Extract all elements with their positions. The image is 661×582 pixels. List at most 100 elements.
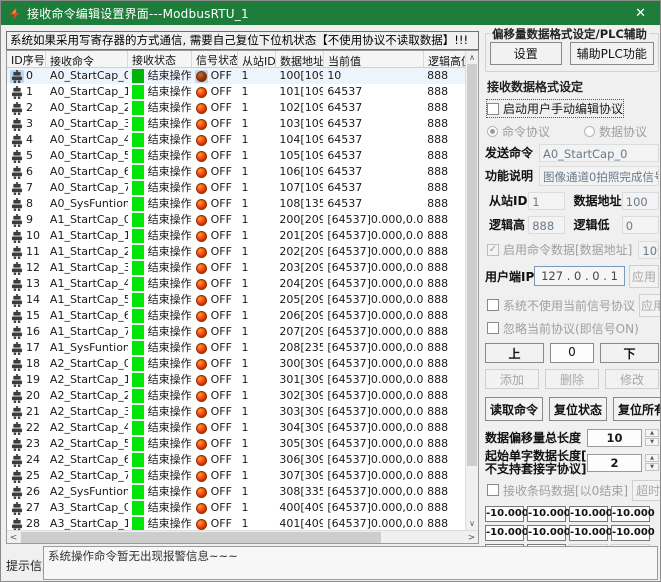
logic-high-field[interactable]: 888 xyxy=(528,216,565,234)
table-row[interactable]: 21 A2_StartCap_3 结束操作 OFF 1 303[309] [64… xyxy=(7,404,465,420)
offset-value-field[interactable]: -10.000 xyxy=(527,525,566,541)
slave-id-field[interactable]: 1 xyxy=(528,192,565,210)
table-row[interactable]: 2 A0_StartCap_2 结束操作 OFF 1 102[109] 6453… xyxy=(7,100,465,116)
vertical-scroll-thumb[interactable] xyxy=(467,64,477,466)
send-cmd-field[interactable]: A0_StartCap_0 xyxy=(539,144,659,162)
ignore-protocol-checkbox[interactable]: 忽略当前协议(即信号ON) xyxy=(503,320,639,337)
table-row[interactable]: 23 A2_StartCap_5 结束操作 OFF 1 305[309] [64… xyxy=(7,436,465,452)
vertical-scrollbar[interactable]: ∧ ∨ xyxy=(465,51,478,530)
move-up-button[interactable]: 上 xyxy=(485,343,544,363)
signal-led-icon xyxy=(196,87,207,98)
protocol-radio-cmd[interactable]: 命令协议 xyxy=(487,123,550,140)
scroll-down-icon[interactable]: ∨ xyxy=(466,517,478,530)
offset-value-field[interactable]: -10.000 xyxy=(611,525,650,541)
spin-down-icon[interactable]: ▼ xyxy=(645,463,659,471)
header-logic-high[interactable]: 逻辑高值 xyxy=(424,51,466,67)
set-button[interactable]: 设置 xyxy=(490,42,562,65)
table-row[interactable]: 27 A3_StartCap_0 结束操作 OFF 1 400[409] [64… xyxy=(7,500,465,516)
horizontal-scroll-thumb[interactable] xyxy=(21,532,381,543)
data-addr-field[interactable]: 100 xyxy=(622,192,659,210)
spin-up-icon[interactable]: ▲ xyxy=(645,429,659,437)
table-row[interactable]: 6 A0_StartCap_6 结束操作 OFF 1 106[109] 6453… xyxy=(7,164,465,180)
table-row[interactable]: 8 A0_SysFuntionCMD 结束操作 OFF 1 108[135] 6… xyxy=(7,196,465,212)
table-row[interactable]: 20 A2_StartCap_2 结束操作 OFF 1 302[309] [64… xyxy=(7,388,465,404)
ip-apply-button[interactable]: 应用 xyxy=(629,265,659,288)
func-desc-field[interactable]: 图像通道0拍照完成信号 xyxy=(539,166,659,186)
add-button[interactable]: 添加 xyxy=(485,369,539,389)
table-row[interactable]: 9 A1_StartCap_0 结束操作 OFF 1 200[209] [645… xyxy=(7,212,465,228)
manual-protocol-checkbox[interactable]: 启动用户手动编辑协议 xyxy=(487,100,623,117)
header-slave-id[interactable]: 从站ID xyxy=(238,51,276,67)
close-button[interactable]: ✕ xyxy=(627,6,654,21)
row-recv-status-text: 结束操作 xyxy=(148,484,192,500)
scroll-right-icon[interactable]: > xyxy=(465,531,478,544)
offset-value-field[interactable]: -10.000 xyxy=(527,506,566,522)
table-row[interactable]: 11 A1_StartCap_2 结束操作 OFF 1 202[209] [64… xyxy=(7,244,465,260)
logic-low-label: 逻辑低 xyxy=(573,216,621,233)
table-row[interactable]: 4 A0_StartCap_4 结束操作 OFF 1 104[109] 6453… xyxy=(7,132,465,148)
offset-value-field[interactable]: -10.000 xyxy=(569,506,608,522)
table-row[interactable]: 25 A2_StartCap_7 结束操作 OFF 1 307[309] [64… xyxy=(7,468,465,484)
table-row[interactable]: 15 A1_StartCap_6 结束操作 OFF 1 206[209] [64… xyxy=(7,308,465,324)
plc-assist-button[interactable]: 辅助PLC功能 xyxy=(570,42,654,65)
offset-value-field[interactable]: -10.000 xyxy=(485,525,524,541)
move-down-button[interactable]: 下 xyxy=(600,343,659,363)
read-cmd-button[interactable]: 读取命令 xyxy=(485,397,543,421)
table-row[interactable]: 1 A0_StartCap_1 结束操作 OFF 1 101[109] 6453… xyxy=(7,84,465,100)
row-index-field[interactable]: 0 xyxy=(550,343,594,363)
table-row[interactable]: 7 A0_StartCap_7 结束操作 OFF 1 107[109] 6453… xyxy=(7,180,465,196)
reset-all-button[interactable]: 复位所有 xyxy=(613,397,661,421)
table-row[interactable]: 18 A2_StartCap_0 结束操作 OFF 1 300[309] [64… xyxy=(7,356,465,372)
row-slave-id-text: 1 xyxy=(238,516,276,530)
scroll-left-icon[interactable]: < xyxy=(7,531,20,544)
protocol-radio-data[interactable]: 数据协议 xyxy=(584,123,647,140)
table-row[interactable]: 16 A1_StartCap_7 结束操作 OFF 1 207[209] [64… xyxy=(7,324,465,340)
table-row[interactable]: 3 A0_StartCap_3 结束操作 OFF 1 103[109] 6453… xyxy=(7,116,465,132)
table-row[interactable]: 26 A2_SysFuntionCMD 结束操作 OFF 1 308[335] … xyxy=(7,484,465,500)
offset-value-field[interactable]: -10.000 xyxy=(485,506,524,522)
status-message-box: 系统操作命令暂无出现报警信息~~~ xyxy=(43,546,658,580)
header-data-addr[interactable]: 数据地址 xyxy=(276,51,324,67)
header-command[interactable]: 接收命令 xyxy=(46,51,128,67)
offset-value-field[interactable]: -10.000 xyxy=(569,525,608,541)
row-signal-cell: OFF xyxy=(192,84,238,100)
table-row[interactable]: 24 A2_StartCap_6 结束操作 OFF 1 306[309] [64… xyxy=(7,452,465,468)
table-row[interactable]: 5 A0_StartCap_5 结束操作 OFF 1 105[109] 6453… xyxy=(7,148,465,164)
table-row[interactable]: 10 A1_StartCap_1 结束操作 OFF 1 201[209] [64… xyxy=(7,228,465,244)
spin-down-icon[interactable]: ▼ xyxy=(645,438,659,446)
row-signal-cell: OFF xyxy=(192,420,238,436)
table-row[interactable]: 13 A1_StartCap_4 结束操作 OFF 1 204[209] [64… xyxy=(7,276,465,292)
offset-value-field[interactable]: -10.000 xyxy=(611,506,650,522)
modify-button[interactable]: 修改 xyxy=(605,369,659,389)
timeout-button[interactable]: 超时设置 xyxy=(632,480,661,501)
offset-total-field[interactable]: 10 xyxy=(587,429,642,447)
spin-up-icon[interactable]: ▲ xyxy=(645,454,659,462)
scroll-up-icon[interactable]: ∧ xyxy=(466,51,478,64)
reset-status-button[interactable]: 复位状态 xyxy=(549,397,607,421)
row-signal-text: OFF xyxy=(211,500,232,516)
word-len-field[interactable]: 2 xyxy=(587,454,642,472)
table-row[interactable]: 14 A1_StartCap_5 结束操作 OFF 1 205[209] [64… xyxy=(7,292,465,308)
header-id[interactable]: ID序号 xyxy=(7,51,46,67)
barcode-checkbox[interactable]: 接收条码数据[以0结束] xyxy=(503,482,628,499)
delete-button[interactable]: 删除 xyxy=(545,369,599,389)
logic-low-field[interactable]: 0 xyxy=(622,216,659,234)
row-id-cell: 13 xyxy=(7,276,46,292)
horizontal-scrollbar[interactable]: < > xyxy=(7,530,478,543)
no-signal-protocol-checkbox[interactable]: 系统不使用当前信号协议 xyxy=(503,297,635,314)
table-row[interactable]: 17 A1_SysFuntionCMD 结束操作 OFF 1 208[235] … xyxy=(7,340,465,356)
enable-cmd-data-checkbox[interactable]: 启用命令数据[数据地址] xyxy=(503,241,632,258)
table-row[interactable]: 12 A1_StartCap_3 结束操作 OFF 1 203[209] [64… xyxy=(7,260,465,276)
table-row[interactable]: 28 A3_StartCap_1 结束操作 OFF 1 401[409] [64… xyxy=(7,516,465,530)
row-id-text: 28 xyxy=(26,516,40,530)
table-row[interactable]: 0 A0_StartCap_0 结束操作 OFF 1 100[109] 10 8… xyxy=(7,68,465,84)
table-row[interactable]: 22 A2_StartCap_4 结束操作 OFF 1 304[309] [64… xyxy=(7,420,465,436)
cmd-data-addr-field[interactable]: 109 xyxy=(638,241,659,259)
header-signal[interactable]: 信号状态 xyxy=(192,51,238,67)
robot-icon xyxy=(11,406,23,419)
protocol-apply-button[interactable]: 应用 xyxy=(639,294,661,317)
header-recv-status[interactable]: 接收状态 xyxy=(128,51,192,67)
header-current-value[interactable]: 当前值 xyxy=(324,51,424,67)
user-ip-field[interactable]: 127 . 0 . 0 . 1 xyxy=(534,266,625,286)
table-row[interactable]: 19 A2_StartCap_1 结束操作 OFF 1 301[309] [64… xyxy=(7,372,465,388)
